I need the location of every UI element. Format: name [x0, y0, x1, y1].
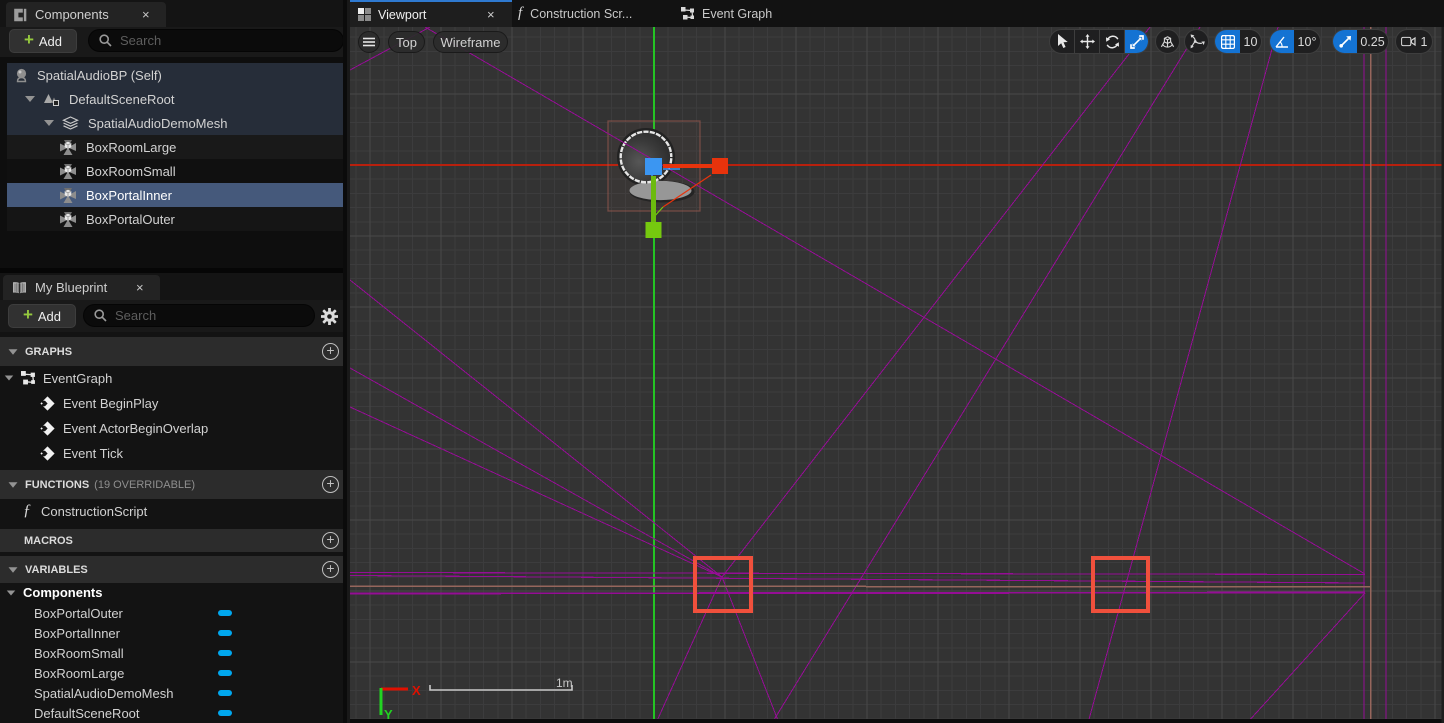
svg-text:1m: 1m: [556, 676, 573, 690]
svg-text:X: X: [412, 683, 421, 698]
